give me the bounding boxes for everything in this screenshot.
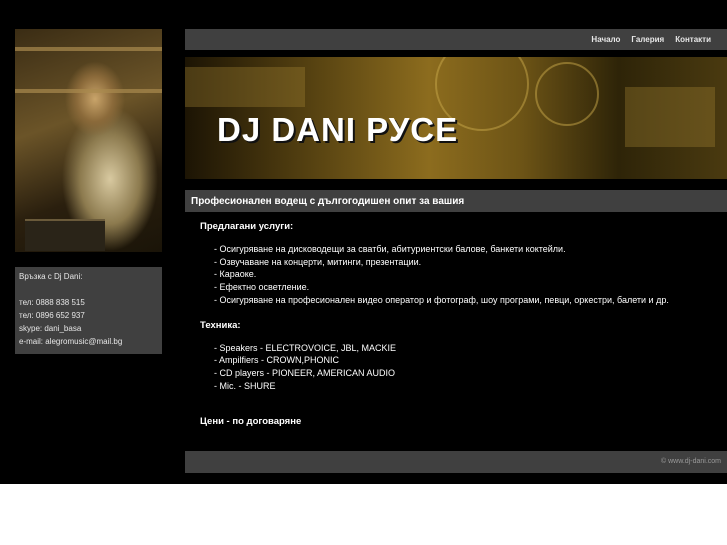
- header-banner: DJ DANI РУСЕ: [185, 57, 727, 179]
- list-item: - Караоке.: [214, 269, 257, 280]
- page-stage: Връзка с Dj Dani: тел: 0888 838 515 тел:…: [0, 0, 727, 484]
- mixer-graphic: [625, 87, 715, 147]
- mixer-graphic: [185, 67, 305, 107]
- footer-bar: © www.dj-dani.com: [185, 451, 727, 473]
- list-item: - Ampilfiers - CROWN,PHONIC: [214, 355, 340, 366]
- contact-heading: Връзка с Dj Dani:: [19, 272, 83, 281]
- equipment-list: - Speakers - ELECTROVOICE, JBL, MACKIE -…: [200, 342, 720, 393]
- list-item: - CD players - PIONEER, AMERICAN AUDIO: [214, 367, 396, 378]
- services-list: - Осигуряване на дисководещи за сватби, …: [200, 243, 720, 307]
- nav-home-link[interactable]: Начало: [591, 35, 620, 44]
- photo-detail: [15, 47, 162, 51]
- services-heading: Предлагани услуги:: [200, 221, 294, 232]
- list-item: - Осигуряване на дисководещи за сватби, …: [214, 244, 566, 254]
- banner-title: DJ DANI РУСЕ: [217, 111, 459, 148]
- prices-note: Цени - по договаряне: [200, 416, 302, 428]
- list-item: - Mic. - SHURE: [214, 380, 276, 391]
- main-content: Предлагани услуги: - Осигуряване на диск…: [200, 221, 720, 427]
- list-item: - Ефектно осветление.: [214, 282, 310, 293]
- footer-copyright: © www.dj-dani.com: [660, 458, 721, 465]
- photo-detail: [15, 89, 162, 93]
- contact-phone-2: тел: 0896 652 937: [19, 311, 85, 320]
- nav-gallery-link[interactable]: Галерия: [631, 35, 664, 44]
- contact-phone-1: тел: 0888 838 515: [19, 298, 85, 307]
- list-item: - Speakers - ELECTROVOICE, JBL, MACKIE: [214, 342, 397, 353]
- list-item: - Озвучаване на концерти, митинги, презе…: [214, 256, 422, 267]
- contact-box: Връзка с Dj Dani: тел: 0888 838 515 тел:…: [15, 267, 162, 354]
- equipment-heading: Техника:: [200, 319, 241, 331]
- page-subheading: Професионален водещ с дългогодишен опит …: [185, 190, 727, 212]
- contact-skype: skype: dani_basa: [19, 324, 82, 333]
- dj-photo: [15, 29, 162, 252]
- list-item: - Осигуряване на професионален видео опе…: [214, 294, 669, 305]
- photo-detail: [25, 219, 105, 251]
- main-nav: Начало Галерия Контакти: [591, 29, 711, 50]
- turntable-graphic: [535, 62, 599, 126]
- contact-email: e-mail: alegromusic@mail.bg: [19, 337, 123, 346]
- nav-contacts-link[interactable]: Контакти: [675, 35, 711, 44]
- top-nav-bar: Начало Галерия Контакти: [185, 29, 727, 50]
